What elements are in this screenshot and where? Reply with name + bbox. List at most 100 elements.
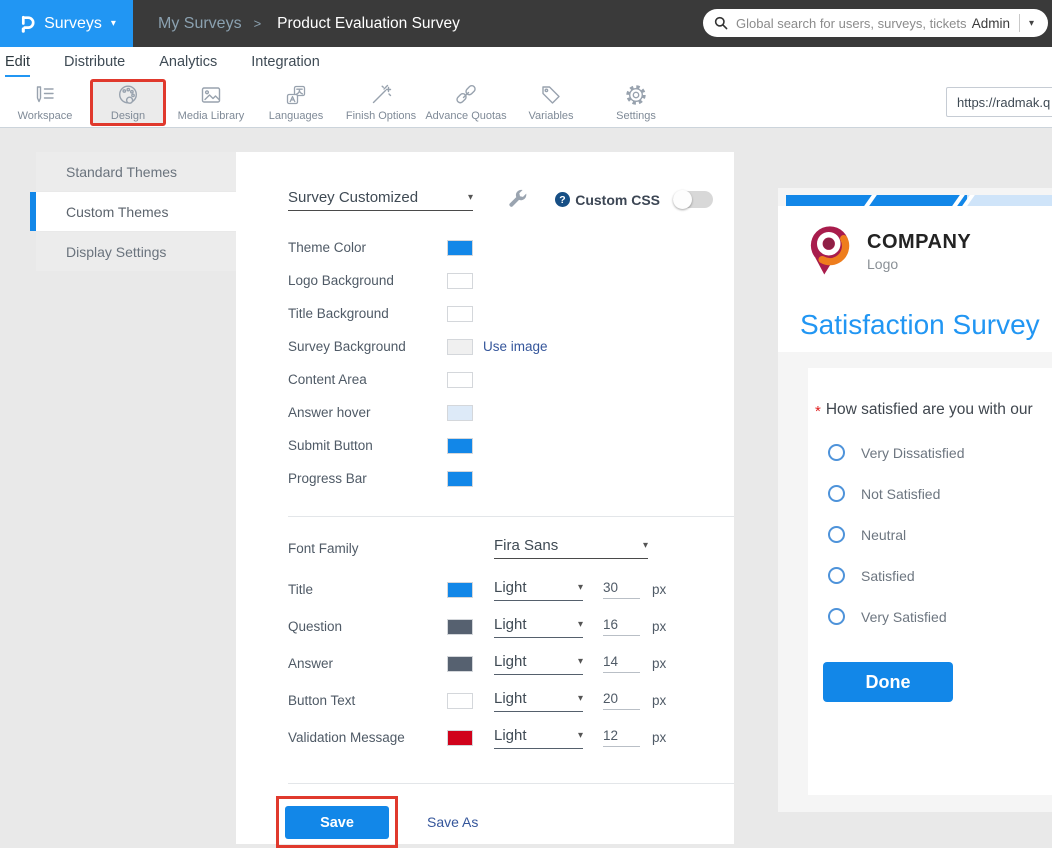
toolbar-finish-options-button[interactable]: Finish Options (341, 79, 421, 126)
tab-analytics[interactable]: Analytics (159, 47, 217, 77)
toolbar-languages-button[interactable]: Languages (256, 79, 336, 126)
sidebar-item-display-settings[interactable]: Display Settings (36, 232, 236, 271)
color-swatch[interactable] (447, 372, 473, 388)
app-logo-menu[interactable]: Surveys ▾ (0, 0, 133, 47)
option-label: Not Satisfied (861, 486, 940, 502)
save-annotation-box: Save (276, 796, 398, 848)
toolbar-workspace-button[interactable]: Workspace (5, 79, 85, 126)
toolbar-settings-button[interactable]: Settings (596, 79, 676, 126)
radio-option-satisfied[interactable]: Satisfied (828, 567, 915, 584)
chevron-down-icon: ▾ (468, 192, 473, 203)
radio-option-not-satisfied[interactable]: Not Satisfied (828, 485, 940, 502)
radio-icon[interactable] (828, 567, 845, 584)
font-weight-select[interactable]: Light ▾ (494, 690, 583, 712)
radio-icon[interactable] (828, 526, 845, 543)
admin-dropdown-icon[interactable]: ▾ (1020, 18, 1038, 29)
done-button[interactable]: Done (823, 662, 953, 702)
font-color-swatch[interactable] (447, 693, 473, 709)
color-row-submit-button: Submit Button (288, 429, 734, 462)
font-color-swatch[interactable] (447, 619, 473, 635)
unit-label: px (652, 656, 666, 671)
font-row-question: Question Light ▾ 16 px (288, 608, 734, 645)
preview-header: COMPANY Logo Satisfaction Survey (778, 206, 1052, 352)
radio-option-neutral[interactable]: Neutral (828, 526, 906, 543)
font-weight-select[interactable]: Light ▾ (494, 653, 583, 675)
toolbar-variables-button[interactable]: Variables (511, 79, 591, 126)
settings-icon (624, 83, 648, 107)
color-swatch[interactable] (447, 405, 473, 421)
survey-preview-title: Satisfaction Survey (800, 309, 1040, 341)
custom-css-label: Custom CSS (575, 192, 660, 208)
font-color-swatch[interactable] (447, 730, 473, 746)
color-swatch[interactable] (447, 240, 473, 256)
font-row-label: Validation Message (288, 730, 447, 745)
font-weight-select[interactable]: Light ▾ (494, 616, 583, 638)
option-label: Very Satisfied (861, 609, 947, 625)
font-size-input[interactable]: 20 (603, 691, 640, 710)
font-size-input[interactable]: 14 (603, 654, 640, 673)
theme-select-row: Survey Customized ▾ ? Custom CSS (288, 188, 734, 211)
font-weight-select[interactable]: Light ▾ (494, 727, 583, 749)
company-pin-logo-icon (805, 223, 857, 279)
font-size-input[interactable]: 30 (603, 580, 640, 599)
sidebar-item-standard-themes[interactable]: Standard Themes (36, 152, 236, 191)
color-row-answer-hover: Answer hover (288, 396, 734, 429)
custom-css-toggle[interactable] (673, 191, 713, 208)
editor-toolbar: Workspace Design Media Library (0, 77, 1052, 128)
chevron-down-icon: ▾ (643, 540, 648, 551)
toolbar-label: Advance Quotas (425, 110, 506, 122)
toolbar-design-button[interactable]: Design (90, 79, 166, 126)
save-button[interactable]: Save (285, 806, 389, 839)
toolbar-label: Settings (616, 110, 656, 122)
font-color-swatch[interactable] (447, 582, 473, 598)
tab-integration[interactable]: Integration (251, 47, 320, 77)
toggle-knob (673, 190, 692, 209)
radio-icon[interactable] (828, 485, 845, 502)
design-icon (116, 83, 140, 107)
toolbar-label: Workspace (18, 110, 73, 122)
color-swatch[interactable] (447, 438, 473, 454)
toolbar-advance-quotas-button[interactable]: Advance Quotas (426, 79, 506, 126)
tab-distribute[interactable]: Distribute (64, 47, 125, 77)
font-row-label: Button Text (288, 693, 447, 708)
font-color-swatch[interactable] (447, 656, 473, 672)
radio-icon[interactable] (828, 444, 845, 461)
color-swatch[interactable] (447, 471, 473, 487)
radio-option-very-satisfied[interactable]: Very Satisfied (828, 608, 947, 625)
tab-edit[interactable]: Edit (5, 47, 30, 77)
radio-icon[interactable] (828, 608, 845, 625)
font-family-row: Font Family Fira Sans ▾ (288, 535, 734, 561)
color-swatch[interactable] (447, 339, 473, 355)
wrench-icon[interactable] (506, 188, 529, 211)
color-swatch[interactable] (447, 273, 473, 289)
color-row-label: Submit Button (288, 438, 447, 453)
advance-quotas-icon (454, 83, 478, 107)
radio-option-very-dissatisfied[interactable]: Very Dissatisfied (828, 444, 964, 461)
search-placeholder[interactable]: Global search for users, surveys, ticket… (736, 16, 972, 31)
unit-label: px (652, 730, 666, 745)
save-as-link[interactable]: Save As (427, 814, 478, 830)
sidebar-item-custom-themes[interactable]: Custom Themes (30, 192, 236, 231)
color-swatch[interactable] (447, 306, 473, 322)
theme-select-value: Survey Customized (288, 189, 418, 206)
color-row-survey-background: Survey Background Use image (288, 330, 734, 363)
breadcrumb-my-surveys[interactable]: My Surveys (158, 15, 242, 33)
save-row: Save Save As (276, 796, 734, 848)
font-size-input[interactable]: 16 (603, 617, 640, 636)
font-family-select[interactable]: Fira Sans ▾ (494, 537, 648, 559)
color-row-title-background: Title Background (288, 297, 734, 330)
admin-menu-label[interactable]: Admin (972, 16, 1010, 31)
global-search[interactable]: Global search for users, surveys, ticket… (703, 9, 1048, 37)
font-size-input[interactable]: 12 (603, 728, 640, 747)
use-image-link[interactable]: Use image (483, 339, 548, 354)
chevron-down-icon: ▾ (578, 619, 583, 630)
toolbar-media-library-button[interactable]: Media Library (171, 79, 251, 126)
custom-css-control: Custom CSS (575, 191, 734, 208)
option-label: Satisfied (861, 568, 915, 584)
survey-url-input[interactable] (946, 87, 1052, 117)
theme-select[interactable]: Survey Customized ▾ (288, 189, 473, 211)
color-row-label: Progress Bar (288, 471, 447, 486)
section-divider (288, 783, 734, 784)
help-icon[interactable]: ? (555, 192, 570, 207)
font-weight-select[interactable]: Light ▾ (494, 579, 583, 601)
